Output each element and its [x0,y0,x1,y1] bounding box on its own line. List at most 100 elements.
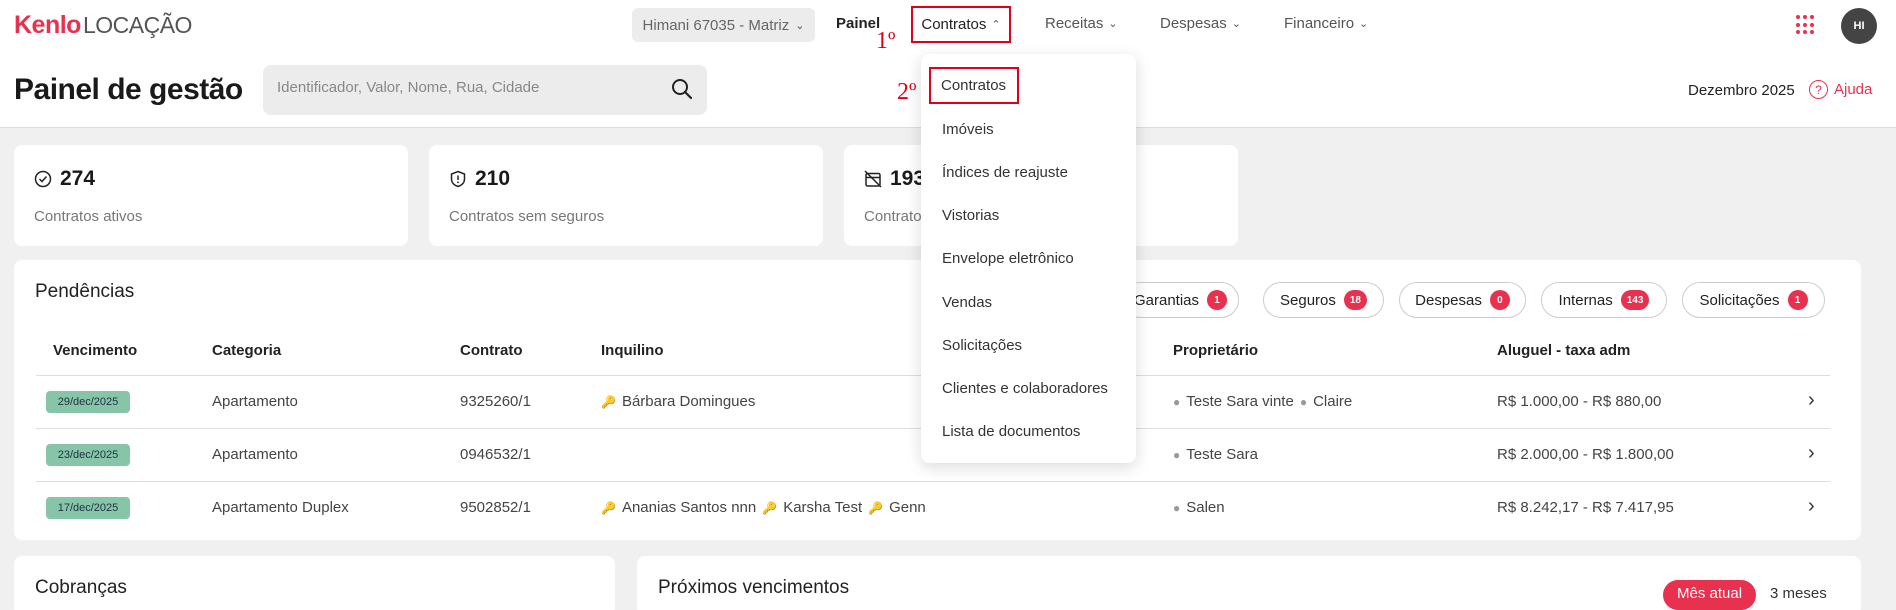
chip-internas[interactable]: Internas 143 [1541,282,1667,318]
search-icon[interactable] [671,78,693,100]
contract-cell: 0946532/1 [460,446,531,463]
tenant-cell: 🔑 Bárbara Domingues [601,393,755,410]
menu-item-clientes-colaboradores[interactable]: Clientes e colaboradores [942,380,1108,397]
owner-cell: ● Salen [1173,499,1225,516]
chevron-right-icon[interactable]: › [1808,442,1815,465]
chevron-right-icon[interactable]: › [1808,389,1815,412]
chip-seguros[interactable]: Seguros 18 [1263,282,1384,318]
avatar[interactable]: HI [1841,8,1877,44]
check-circle-icon [34,170,52,188]
owner-name: Claire [1313,393,1353,410]
chip-label: Internas [1558,291,1613,309]
chevron-down-icon: ⌄ [1359,18,1369,30]
stat-label: Contratos ativos [34,208,143,225]
branch-selector[interactable]: Himani 67035 - Matriz ⌄ [632,8,815,42]
person-icon: ● [1299,394,1308,409]
column-header-proprietario[interactable]: Proprietário [1173,342,1258,359]
annotation-step-2: 2º [897,79,917,105]
nav-despesas[interactable]: Despesas ⌄ [1160,15,1241,32]
help-link[interactable]: ? Ajuda [1809,80,1872,99]
category-cell: Apartamento Duplex [212,499,349,516]
rent-cell: R$ 2.000,00 - R$ 1.800,00 [1497,446,1674,463]
branch-label: Himani 67035 - Matriz [642,16,790,34]
column-header-vencimento[interactable]: Vencimento [53,342,137,359]
menu-item-imoveis[interactable]: Imóveis [942,121,994,138]
page-title: Painel de gestão [14,73,243,106]
menu-item-indices-reajuste[interactable]: Índices de reajuste [942,164,1068,181]
nav-painel[interactable]: Painel [836,15,880,32]
menu-item-lista-documentos[interactable]: Lista de documentos [942,423,1080,440]
menu-item-vendas[interactable]: Vendas [942,294,992,311]
chip-label: Despesas [1415,291,1482,309]
person-icon: ● [1173,500,1181,515]
nav-financeiro-label: Financeiro [1284,15,1355,32]
menu-item-envelope-eletronico[interactable]: Envelope eletrônico [942,250,1074,267]
owner-cell: ● Teste Sara [1173,446,1258,463]
stat-value: 274 [60,167,96,190]
nav-receitas[interactable]: Receitas ⌄ [1045,15,1118,32]
due-date-badge: 29/dec/2025 [46,391,130,413]
key-icon: 🔑 [601,500,616,515]
nav-painel-label: Painel [836,15,881,32]
chip-label: Garantias [1133,291,1200,309]
key-icon: 🔑 [601,394,616,409]
contratos-dropdown-menu: Contratos Imóveis Índices de reajuste Vi… [921,54,1136,463]
column-header-aluguel[interactable]: Aluguel - taxa adm [1497,342,1630,359]
chevron-down-icon: ⌄ [795,19,805,32]
column-header-inquilino[interactable]: Inquilino [601,342,663,359]
person-icon: ● [1173,447,1181,462]
stat-card-active[interactable]: 274 Contratos ativos [14,145,408,246]
chip-garantias[interactable]: Garantias 1 [1122,282,1239,318]
column-header-contrato[interactable]: Contrato [460,342,523,359]
menu-item-vistorias[interactable]: Vistorias [942,207,999,224]
apps-grid-icon[interactable] [1796,15,1816,35]
stat-value: 210 [475,167,511,190]
rent-cell: R$ 1.000,00 - R$ 880,00 [1497,393,1662,410]
stat-label: Contrato [864,208,922,225]
logo-brand: Kenlo [14,11,81,39]
tenant-name: Ananias Santos nnn [621,499,757,516]
tenant-cell: 🔑 Ananias Santos nnn 🔑 Karsha Test 🔑 Gen… [601,499,926,516]
chip-count: 0 [1489,290,1510,310]
toggle-current-month[interactable]: Mês atual [1663,580,1757,610]
chevron-right-icon[interactable]: › [1808,495,1815,518]
column-header-categoria[interactable]: Categoria [212,342,281,359]
owner-name: Teste Sara vinte [1186,393,1294,410]
period-toggle: Mês atual 3 meses [1663,580,1841,610]
current-month[interactable]: Dezembro 2025 [1688,82,1795,99]
contract-cell: 9502852/1 [460,499,531,516]
category-cell: Apartamento [212,393,298,410]
menu-item-solicitacoes[interactable]: Solicitações [942,337,1022,354]
stat-label: Contratos sem seguros [449,208,605,225]
owner-name: Teste Sara [1186,446,1258,463]
chip-count: 18 [1343,290,1367,310]
stat-value: 193 [890,167,926,190]
due-date-badge: 17/dec/2025 [46,497,130,519]
chip-count: 143 [1620,290,1650,310]
kenlo-logo[interactable]: KenloLOCAÇÃO [14,11,192,40]
nav-despesas-label: Despesas [1160,15,1227,32]
key-icon: 🔑 [762,500,778,515]
key-icon: 🔑 [868,500,884,515]
tenant-name: Bárbara Domingues [621,393,756,410]
chip-despesas[interactable]: Despesas 0 [1399,282,1526,318]
person-icon: ● [1173,394,1181,409]
chevron-up-icon: ⌃ [991,19,1001,31]
help-icon: ? [1809,80,1828,99]
chip-label: Solicitações [1699,291,1780,309]
owner-cell: ● Teste Sara vinte ● Claire [1173,393,1352,410]
chevron-down-icon: ⌄ [1231,18,1241,30]
contract-cell: 9325260/1 [460,393,531,410]
due-date-badge: 23/dec/2025 [46,444,130,466]
stat-card-no-insurance[interactable]: 210 Contratos sem seguros [429,145,823,246]
search-input[interactable] [277,79,657,96]
cobrancas-title: Cobranças [35,577,127,598]
tenant-name: Karsha Test [783,499,863,516]
toggle-3-months[interactable]: 3 meses [1756,580,1841,610]
category-cell: Apartamento [212,446,298,463]
nav-contratos[interactable]: Contratos ⌃ [911,6,1011,43]
nav-financeiro[interactable]: Financeiro ⌄ [1284,15,1368,32]
chip-solicitacoes[interactable]: Solicitações 1 [1682,282,1825,318]
chip-count: 1 [1787,290,1808,310]
menu-item-contratos[interactable]: Contratos [929,67,1019,104]
